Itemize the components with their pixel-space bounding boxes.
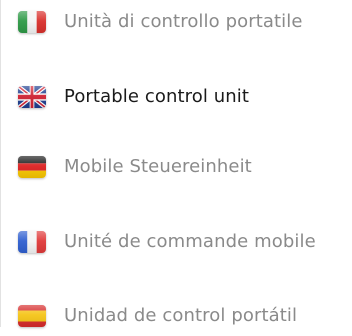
language-option-fr[interactable]: Unité de commande mobile xyxy=(0,222,352,262)
language-label: Unità di controllo portatile xyxy=(64,11,303,32)
language-option-de[interactable]: Mobile Steuereinheit xyxy=(0,147,352,187)
language-list: Unità di controllo portatile Portable co… xyxy=(0,0,352,327)
language-option-en[interactable]: Portable control unit xyxy=(0,77,352,117)
uk-flag-icon xyxy=(18,86,46,108)
language-option-es[interactable]: Unidad de control portátil xyxy=(0,296,352,336)
language-label: Unidad de control portátil xyxy=(64,305,298,326)
language-label: Unité de commande mobile xyxy=(64,231,316,252)
language-label: Mobile Steuereinheit xyxy=(64,156,252,177)
germany-flag-icon xyxy=(18,156,46,178)
italy-flag-icon xyxy=(18,11,46,33)
france-flag-icon xyxy=(18,231,46,253)
language-label: Portable control unit xyxy=(64,86,250,107)
language-option-it[interactable]: Unità di controllo portatile xyxy=(0,2,352,42)
spain-flag-icon xyxy=(18,305,46,327)
